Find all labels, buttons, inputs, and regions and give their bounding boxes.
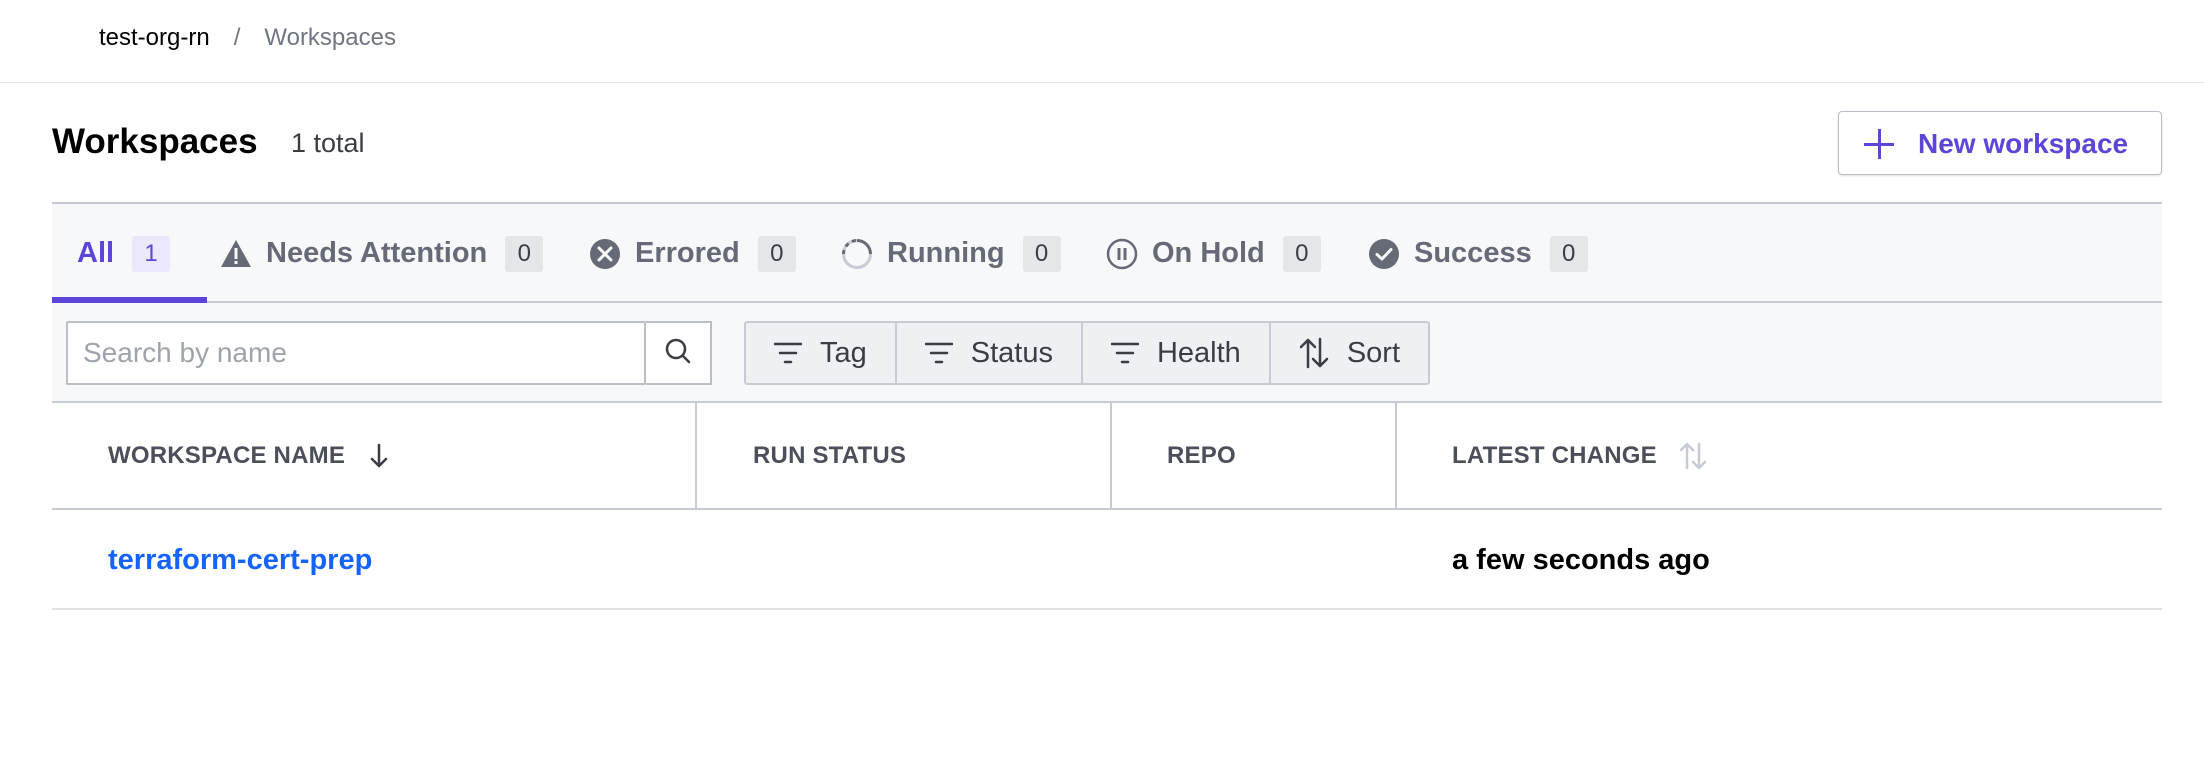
column-divider (1395, 403, 1397, 508)
tab-errored-count: 0 (757, 235, 796, 272)
tab-all[interactable]: All 1 (77, 204, 171, 303)
page-title: Workspaces (52, 122, 258, 161)
column-workspace-name-label: WORKSPACE NAME (108, 441, 346, 469)
filter-icon (1110, 342, 1139, 364)
status-tabs: All 1 Needs Attention 0 Errored 0 Runnin… (52, 202, 2162, 303)
tab-success-label: Success (1414, 237, 1532, 269)
tab-success-count: 0 (1549, 235, 1588, 272)
search-box (66, 321, 646, 385)
breadcrumb-org-link[interactable]: test-org-rn (99, 24, 210, 52)
filter-icon (774, 342, 802, 364)
sort-icon (1299, 337, 1329, 369)
search-icon (664, 337, 692, 370)
filter-icon (924, 342, 953, 364)
tab-errored-label: Errored (635, 237, 740, 269)
tab-needs-attention[interactable]: Needs Attention 0 (220, 204, 544, 303)
filter-group: Tag Status Health Sort (744, 321, 1430, 385)
tag-filter-label: Tag (820, 336, 867, 369)
column-run-status: RUN STATUS (753, 403, 906, 508)
breadcrumb: test-org-rn / Workspaces (99, 24, 396, 52)
new-workspace-button[interactable]: New workspace (1838, 111, 2162, 175)
column-repo: REPO (1167, 403, 1236, 508)
status-filter-label: Status (970, 336, 1053, 369)
column-divider (1110, 403, 1112, 508)
sort-label: Sort (1346, 336, 1400, 369)
status-filter-button[interactable]: Status (897, 323, 1083, 383)
breadcrumb-separator: / (233, 24, 241, 51)
tab-running-label: Running (887, 237, 1005, 269)
column-latest-change-label: LATEST CHANGE (1452, 441, 1657, 469)
tab-needs-attention-label: Needs Attention (266, 237, 488, 269)
total-count: 1 total (291, 128, 365, 158)
sortable-icon (1679, 441, 1707, 471)
tab-on-hold-label: On Hold (1152, 237, 1265, 269)
toolbar: Tag Status Health Sort (52, 303, 2162, 403)
tab-on-hold[interactable]: On Hold 0 (1106, 204, 1321, 303)
tab-all-count: 1 (132, 235, 171, 272)
table-row: terraform-cert-prep a few seconds ago (52, 510, 2162, 610)
latest-change-value: a few seconds ago (1452, 544, 1710, 576)
sort-button[interactable]: Sort (1271, 323, 1428, 383)
column-divider (695, 403, 697, 508)
tab-on-hold-count: 0 (1282, 235, 1321, 272)
check-icon (1368, 238, 1400, 270)
breadcrumb-current: Workspaces (264, 24, 396, 51)
workspace-name-link[interactable]: terraform-cert-prep (108, 544, 372, 577)
column-latest-change[interactable]: LATEST CHANGE (1452, 403, 1707, 508)
tab-errored[interactable]: Errored 0 (589, 204, 796, 303)
tab-success[interactable]: Success 0 (1368, 204, 1588, 303)
health-filter-button[interactable]: Health (1083, 323, 1271, 383)
top-bar: test-org-rn / Workspaces (0, 0, 2204, 83)
health-filter-label: Health (1156, 336, 1241, 369)
running-icon (841, 238, 873, 270)
tab-all-label: All (77, 237, 115, 269)
error-icon (589, 238, 621, 270)
tag-filter-button[interactable]: Tag (746, 323, 897, 383)
search-input[interactable] (68, 323, 644, 383)
new-workspace-label: New workspace (1918, 128, 2129, 159)
tab-needs-attention-count: 0 (505, 235, 544, 272)
column-repo-label: REPO (1167, 441, 1236, 469)
sort-descending-icon (369, 443, 389, 469)
column-workspace-name[interactable]: WORKSPACE NAME (108, 403, 389, 508)
warning-icon (220, 238, 252, 270)
tab-running-count: 0 (1022, 235, 1061, 272)
search-button[interactable] (646, 321, 712, 385)
pause-icon (1106, 238, 1138, 270)
tab-running[interactable]: Running 0 (841, 204, 1061, 303)
column-run-status-label: RUN STATUS (753, 441, 907, 469)
plus-icon (1864, 129, 1894, 159)
table-header: WORKSPACE NAME RUN STATUS REPO LATEST CH… (52, 403, 2162, 510)
